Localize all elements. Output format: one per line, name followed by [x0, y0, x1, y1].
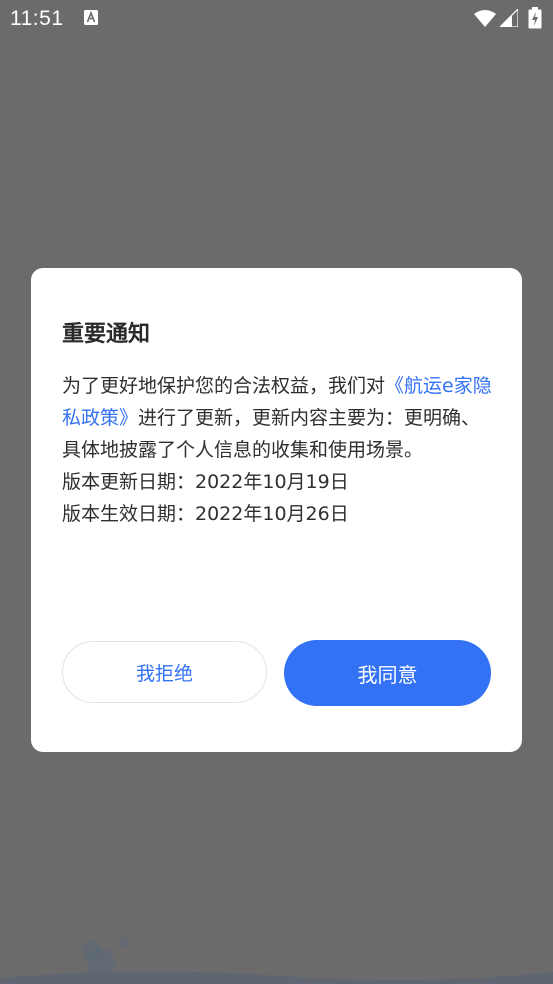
battery-charging-icon — [528, 7, 542, 29]
wifi-icon — [474, 10, 496, 27]
status-time: 11:51 — [10, 7, 64, 30]
text-a-icon — [84, 10, 98, 25]
dialog-title: 重要通知 — [62, 322, 151, 347]
bottom-wave-decoration — [0, 937, 553, 984]
dialog-body: 为了更好地保护您的合法权益，我们对《航运e家隐私政策》进行了更新，更新内容主要为… — [62, 370, 494, 530]
version-effective-date: 版本生效日期：2022年10月26日 — [62, 503, 349, 525]
cellular-signal-icon — [500, 9, 518, 27]
reject-button[interactable]: 我拒绝 — [62, 641, 267, 703]
agree-button[interactable]: 我同意 — [284, 640, 491, 706]
body-text-before-link: 为了更好地保护您的合法权益，我们对 — [62, 375, 386, 397]
privacy-notice-dialog: 重要通知 为了更好地保护您的合法权益，我们对《航运e家隐私政策》进行了更新，更新… — [31, 268, 522, 752]
version-update-date: 版本更新日期：2022年10月19日 — [62, 471, 349, 493]
status-bar: 11:51 — [0, 0, 553, 38]
